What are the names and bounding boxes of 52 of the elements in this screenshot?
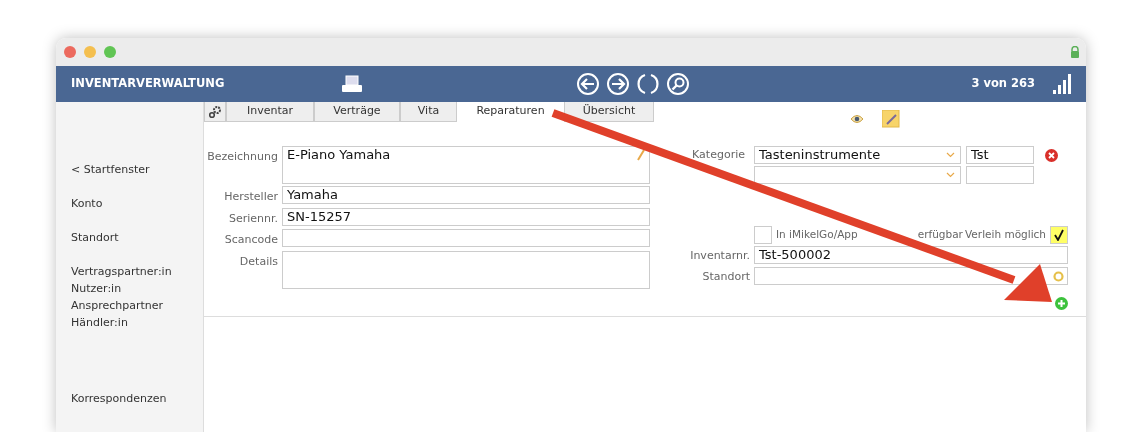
lock-icon <box>1070 46 1080 58</box>
checkmark-icon <box>1054 229 1064 241</box>
checkbox-label: Verleih möglich <box>965 227 1046 243</box>
field-label: Hersteller <box>223 189 279 205</box>
printer-icon[interactable] <box>341 75 363 93</box>
delete-icon[interactable] <box>1045 148 1058 162</box>
sidebar-link[interactable]: Konto <box>71 195 203 212</box>
field-label: Seriennr. <box>227 210 279 227</box>
checkbox[interactable] <box>1050 226 1068 244</box>
tab[interactable]: Übersicht <box>564 102 654 122</box>
sidebar-link[interactable]: Ansprechpartner <box>71 297 203 314</box>
input-field[interactable]: SN-15257 <box>282 207 650 226</box>
input-field[interactable]: Tst-500002 <box>754 246 1068 264</box>
sidebar-link[interactable]: Korrespondenzen <box>71 390 203 407</box>
field-label: Standort <box>701 268 751 285</box>
signal-bars-icon <box>1053 74 1071 94</box>
add-icon[interactable] <box>1055 297 1068 310</box>
sidebar-link[interactable]: Händler:in <box>71 314 203 331</box>
code-field[interactable]: Tst <box>966 146 1034 164</box>
checkbox[interactable] <box>754 226 772 244</box>
sidebar-link[interactable]: Vertragspartner:in <box>71 263 203 280</box>
dropdown-caret-icon[interactable] <box>946 172 955 178</box>
record-counter: 3 von 263 <box>971 75 1035 93</box>
zoom-button[interactable] <box>104 46 116 58</box>
input-field[interactable]: E-Piano Yamaha <box>282 146 650 184</box>
tab[interactable]: Vita <box>400 102 457 122</box>
note-pencil-icon[interactable] <box>882 110 900 128</box>
input-field[interactable] <box>282 229 650 247</box>
close-button[interactable] <box>64 46 76 58</box>
sidebar-link[interactable]: Standort <box>71 229 203 246</box>
dropdown-caret-icon[interactable] <box>946 152 955 158</box>
dropdown-field[interactable]: Tasteninstrumente <box>754 146 961 164</box>
pencil-icon[interactable] <box>637 149 645 161</box>
search-icon[interactable] <box>666 72 690 96</box>
app-title: INVENTARVERWALTUNG <box>71 75 226 93</box>
field-label: Bezeichnung <box>206 149 279 165</box>
field-label: Kategorie <box>691 146 746 163</box>
input-field[interactable]: Yamaha <box>282 186 650 204</box>
field-label: Details <box>238 253 279 270</box>
input-field[interactable] <box>754 266 1068 285</box>
sidebar-link[interactable]: < Startfenster <box>71 161 203 178</box>
tab[interactable]: Inventar <box>226 102 314 122</box>
sidebar-link[interactable]: Nutzer:in <box>71 280 203 297</box>
input-field[interactable] <box>282 250 650 289</box>
tab[interactable]: Verträge <box>314 102 400 122</box>
checkbox-label: In iMikelGo/App <box>776 227 858 243</box>
field-label: Scancode <box>223 232 279 248</box>
eye-icon[interactable] <box>850 114 864 124</box>
dropdown-field[interactable] <box>754 166 961 184</box>
checkbox-label: erfügbar <box>917 227 963 243</box>
code-field[interactable] <box>966 166 1034 184</box>
field-label: Inventarnr. <box>689 248 751 264</box>
